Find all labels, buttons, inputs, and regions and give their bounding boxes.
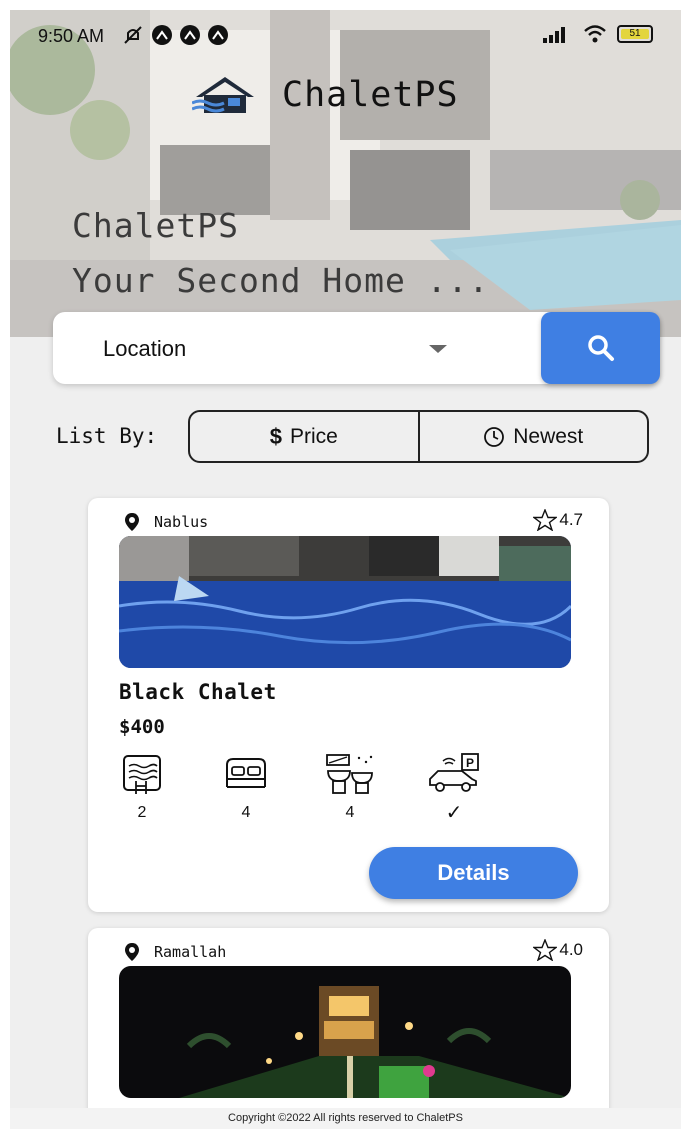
signal-icon bbox=[543, 27, 565, 43]
parking-car-icon: P bbox=[429, 753, 479, 792]
notification-icon bbox=[208, 25, 228, 45]
mute-icon bbox=[124, 26, 142, 44]
wifi-icon bbox=[584, 25, 606, 43]
details-button[interactable]: Details bbox=[369, 847, 578, 899]
bed-icon bbox=[226, 758, 266, 788]
chalet-location: Nablus bbox=[124, 512, 208, 532]
star-icon bbox=[533, 509, 558, 531]
location-pin-icon bbox=[125, 943, 139, 961]
bathroom-icon bbox=[326, 754, 373, 794]
chalet-rating: 4.7 bbox=[533, 509, 583, 531]
sort-price-label: Price bbox=[289, 424, 338, 448]
search-bar: Location bbox=[53, 312, 660, 384]
amenity-pools: 2 bbox=[114, 753, 170, 822]
hero-tagline: ChaletPS Your Second Home ... bbox=[72, 198, 489, 308]
house-logo-icon bbox=[192, 77, 254, 113]
chalet-price: $400 bbox=[119, 716, 165, 738]
amenity-beds: 4 bbox=[218, 753, 274, 822]
sort-by-price-button[interactable]: $ Price bbox=[190, 412, 418, 461]
brand-header: ChaletPS bbox=[192, 70, 459, 120]
amenity-bathrooms: 4 bbox=[322, 753, 378, 822]
app-screen: 9:50 AM 51 ChaletPS ChaletPS Your Second… bbox=[10, 10, 681, 1129]
rating-value: 4.7 bbox=[559, 510, 583, 529]
tagline-line-1: ChaletPS bbox=[72, 206, 239, 245]
rating-value: 4.0 bbox=[559, 940, 583, 959]
amenity-parking: P ✓ bbox=[426, 753, 482, 825]
clock-icon bbox=[484, 426, 505, 447]
status-bar: 9:50 AM 51 bbox=[10, 10, 681, 60]
search-icon bbox=[587, 335, 614, 361]
chalet-city: Ramallah bbox=[154, 943, 227, 961]
brand-title: ChaletPS bbox=[282, 75, 459, 115]
chalet-photo[interactable] bbox=[119, 966, 571, 1098]
battery-level: 51 bbox=[621, 29, 649, 39]
list-by-label: List By: bbox=[56, 424, 158, 448]
sort-newest-label: Newest bbox=[513, 424, 584, 448]
search-button[interactable] bbox=[541, 312, 660, 384]
sort-toggle: $ Price Newest bbox=[188, 410, 649, 463]
beds-count: 4 bbox=[241, 804, 251, 821]
hero-banner: 9:50 AM 51 ChaletPS ChaletPS Your Second… bbox=[10, 10, 681, 337]
chevron-down-icon[interactable] bbox=[429, 345, 447, 353]
status-left-icons bbox=[122, 24, 228, 46]
notification-icon bbox=[180, 25, 200, 45]
chalet-card[interactable]: Ramallah 4.0 bbox=[88, 928, 609, 1128]
parking-available: ✓ bbox=[445, 802, 463, 824]
pools-count: 2 bbox=[137, 804, 147, 821]
location-dropdown[interactable]: Location bbox=[103, 336, 186, 362]
svg-text:P: P bbox=[466, 756, 474, 770]
chalet-rating: 4.0 bbox=[533, 939, 583, 961]
chalet-location: Ramallah bbox=[124, 942, 226, 962]
night-villa-image bbox=[119, 966, 571, 1098]
chalet-city: Nablus bbox=[154, 513, 209, 531]
battery-icon: 51 bbox=[617, 25, 653, 43]
status-right-icons: 51 bbox=[543, 24, 653, 44]
status-time: 9:50 AM bbox=[38, 26, 105, 46]
footer-copyright: Copyright ©2022 All rights reserved to C… bbox=[10, 1108, 681, 1129]
location-pin-icon bbox=[125, 513, 139, 531]
pool-icon bbox=[123, 755, 161, 794]
chalet-card[interactable]: Nablus 4.7 Black Chalet $400 2 4 4 P ✓ D… bbox=[88, 498, 609, 912]
bathrooms-count: 4 bbox=[345, 804, 355, 821]
chalet-name: Black Chalet bbox=[119, 680, 277, 704]
tagline-line-2: Your Second Home ... bbox=[72, 261, 490, 300]
pool-image bbox=[119, 536, 571, 668]
dollar-icon: $ bbox=[269, 423, 282, 449]
chalet-photo[interactable] bbox=[119, 536, 571, 668]
star-icon bbox=[533, 939, 558, 961]
sort-by-newest-button[interactable]: Newest bbox=[417, 412, 648, 461]
notification-icon bbox=[152, 25, 172, 45]
